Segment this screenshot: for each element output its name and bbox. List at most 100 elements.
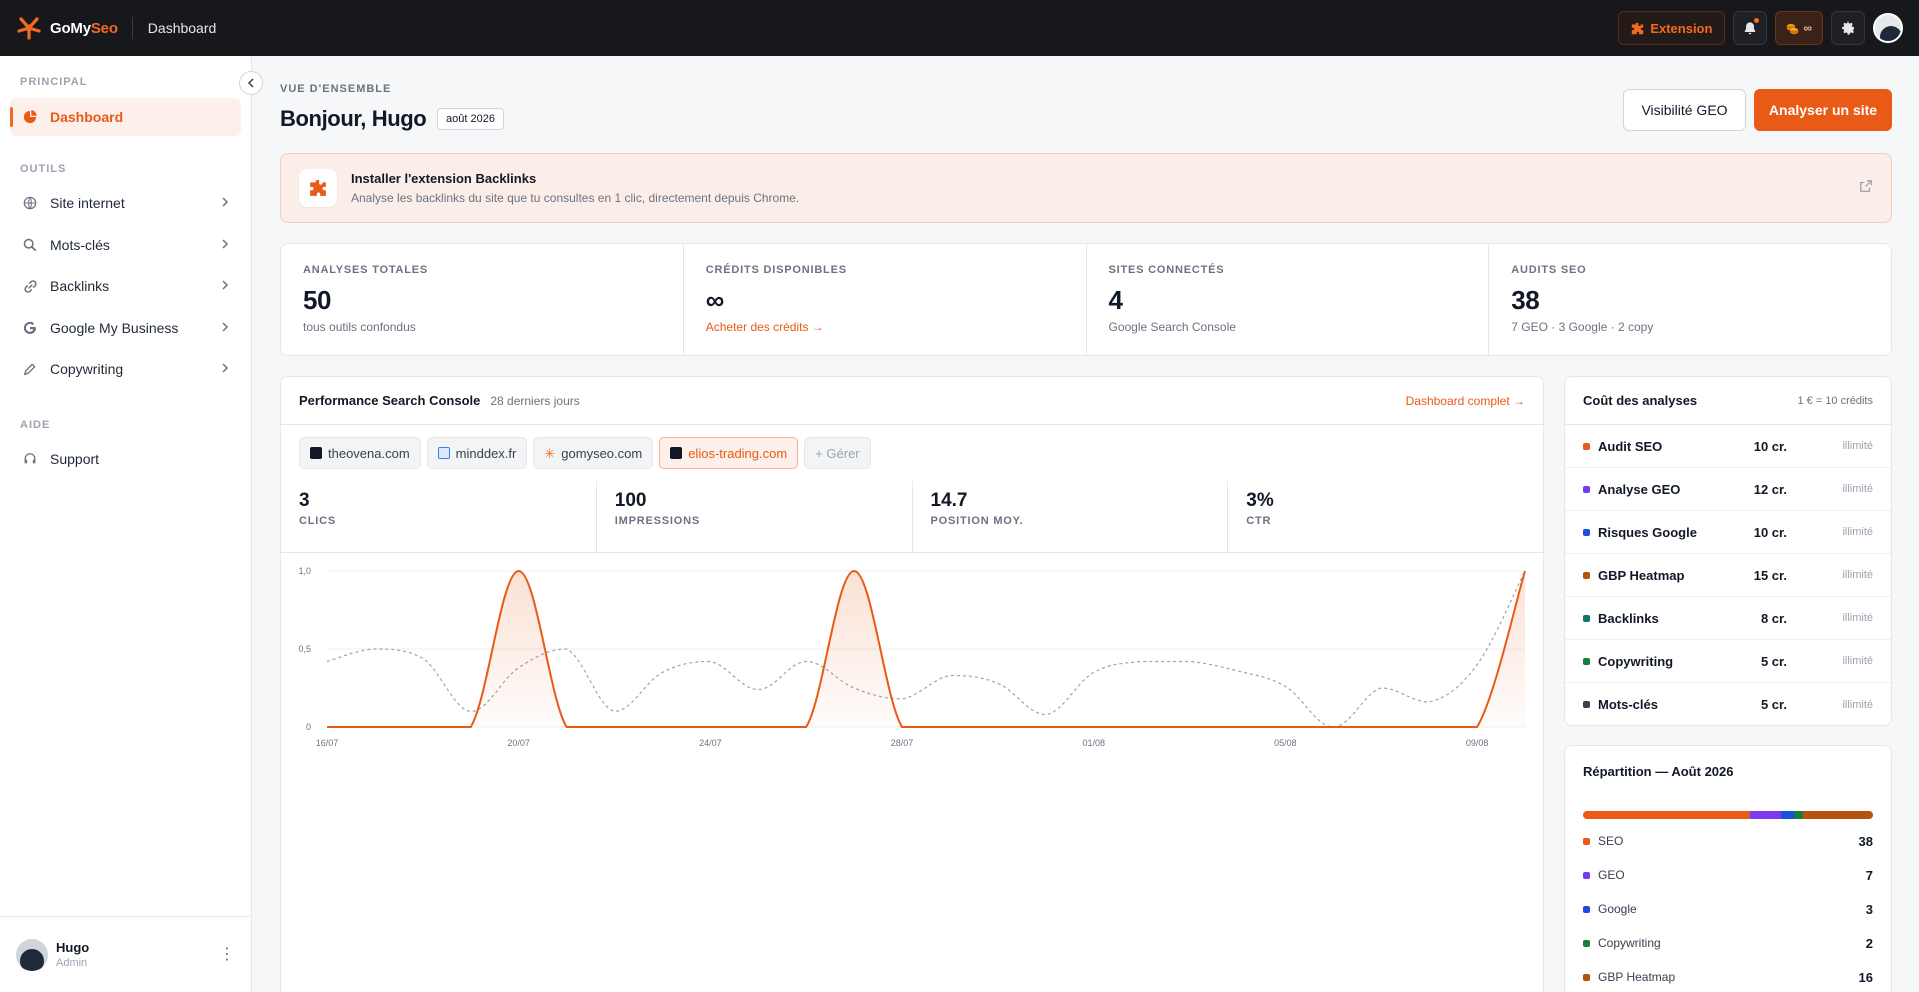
manage-sites-button[interactable]: + Gérer [804,437,871,469]
puzzle-icon [1632,22,1644,34]
repartition-title: Répartition — Août 2026 [1583,764,1734,779]
cost-row: GBP Heatmap 15 cr. illimité [1565,554,1891,597]
cost-limit: illimité [1842,655,1873,667]
analyser-site-button[interactable]: Analyser un site [1754,89,1892,131]
brand-logo[interactable]: GoMySeo [16,15,118,41]
cost-credits: 10 cr. [1753,524,1787,540]
sidebar-item-backlinks[interactable]: Backlinks [10,267,241,305]
stat-value: 4 [1108,285,1123,315]
sidebar-item-dashboard[interactable]: Dashboard [10,98,241,136]
repartition-segment [1780,811,1794,819]
color-dot [1583,571,1590,579]
repartition-name: Copywriting [1598,936,1661,950]
repartition-value: 2 [1865,935,1873,951]
settings-button[interactable] [1831,11,1865,45]
chevron-right-icon [221,237,229,253]
sidebar-item-copywriting[interactable]: Copywriting [10,350,241,388]
sidebar-item-label: Site internet [50,195,125,211]
more-vertical-icon[interactable]: ⋮ [219,946,235,963]
cost-row: Audit SEO 10 cr. illimité [1565,425,1891,468]
color-dot [1583,614,1590,622]
cost-credits: 15 cr. [1753,567,1787,583]
cost-name: Analyse GEO [1598,481,1681,497]
cost-credits: 10 cr. [1753,438,1787,454]
credits-button[interactable]: ∞ [1775,11,1823,45]
cost-limit: illimité [1842,483,1873,495]
stat-label: AUDITS SEO [1511,264,1587,276]
site-chip[interactable]: ✳ gomyseo.com [533,437,654,469]
metric-value: 100 [614,490,647,511]
extension-banner[interactable]: Installer l'extension Backlinks Analyse … [280,153,1892,223]
cost-credits: 5 cr. [1760,697,1787,712]
site-chip[interactable]: theovena.com [299,437,421,469]
sidebar-item-site-internet[interactable]: Site internet [10,184,241,222]
brand-name: GoMySeo [50,19,118,37]
user-role: Admin [56,957,88,969]
cost-name: Audit SEO [1598,438,1663,454]
performance-title: Performance Search Console [299,393,481,408]
performance-chart-svg: 0 0,5 1,0 16/07 20/07 24/07 28/07 01/08 05/08 09/… [298,566,1526,748]
chevron-right-icon [221,320,229,336]
site-favicon-icon [310,447,322,459]
metric-value: 14.7 [930,490,968,511]
logo-icon [17,17,41,40]
chevron-right-icon [221,195,229,211]
site-chip[interactable]: minddex.fr [426,437,528,469]
sidebar-item-mots-cles[interactable]: Mots-clés [10,226,241,264]
stat-sub: tous outils confondus [303,320,416,334]
repartition-name: Google [1598,902,1637,916]
visibilite-geo-button[interactable]: Visibilité GEO [1623,89,1746,131]
cost-name: Backlinks [1598,610,1659,626]
buy-credits-link[interactable]: Acheter des crédits → [706,320,1064,334]
stat-label: SITES CONNECTÉS [1108,264,1225,276]
repartition-row: Copywriting 2 [1565,926,1891,960]
extension-label: Extension [1650,20,1713,36]
extension-button[interactable]: Extension [1618,11,1726,45]
repartition-segment [1749,811,1781,819]
site-favicon-icon [437,447,450,459]
sidebar-collapse-button[interactable] [239,71,263,95]
stat-credits-disponibles: CRÉDITS DISPONIBLES ∞ Acheter des crédit… [684,244,1087,355]
site-chip-active[interactable]: elios-trading.com [659,437,799,469]
cost-note: 1 € = 10 crédits [1797,394,1873,407]
performance-period: 28 derniers jours [490,393,580,408]
avatar [16,938,48,971]
google-icon [22,320,38,336]
repartition-row: GBP Heatmap 16 [1565,960,1891,992]
user-avatar[interactable] [1873,13,1903,43]
repartition-value: 38 [1858,833,1873,849]
cost-title: Coût des analyses [1583,393,1698,408]
site-favicon-icon [670,447,683,459]
color-dot [1583,871,1590,879]
x-tick-label: 01/08 [1082,738,1105,748]
cost-limit: illimité [1842,526,1873,538]
cost-limit: illimité [1842,612,1873,624]
dashboard-complet-link[interactable]: Dashboard complet → [1406,394,1525,408]
chevron-left-icon [247,78,254,88]
notifications-button[interactable] [1733,11,1768,45]
coins-icon [1787,23,1799,34]
sidebar-item-label: Dashboard [50,109,124,125]
notification-dot [1754,18,1760,23]
metric-label: CTR [1246,515,1272,527]
sidebar-user-card[interactable]: Hugo Admin ⋮ [0,916,251,992]
date-badge[interactable]: août 2026 [437,108,504,130]
stat-value: 38 [1511,285,1540,315]
color-dot [1583,485,1590,493]
stat-label: ANALYSES TOTALES [303,264,429,276]
sidebar-item-google-my-business[interactable]: Google My Business [10,309,241,347]
sidebar-item-support[interactable]: Support [10,440,241,478]
link-icon [22,278,38,294]
page-overline: VUE D'ENSEMBLE [280,83,392,95]
chevron-right-icon [221,361,229,377]
x-tick-label: 05/08 [1274,738,1297,748]
color-dot [1583,528,1590,536]
metric-label: CLICS [299,515,336,527]
site-chips: theovena.com minddex.fr ✳ gomyseo.com eli… [281,425,1543,481]
sidebar-item-label: Mots-clés [50,237,110,253]
gear-icon [1842,21,1854,35]
banner-subtitle: Analyse les backlinks du site que tu con… [351,191,800,205]
repartition-value: 3 [1865,901,1873,917]
external-link-icon[interactable] [1859,179,1873,198]
sidebar-item-label: Backlinks [50,278,110,294]
